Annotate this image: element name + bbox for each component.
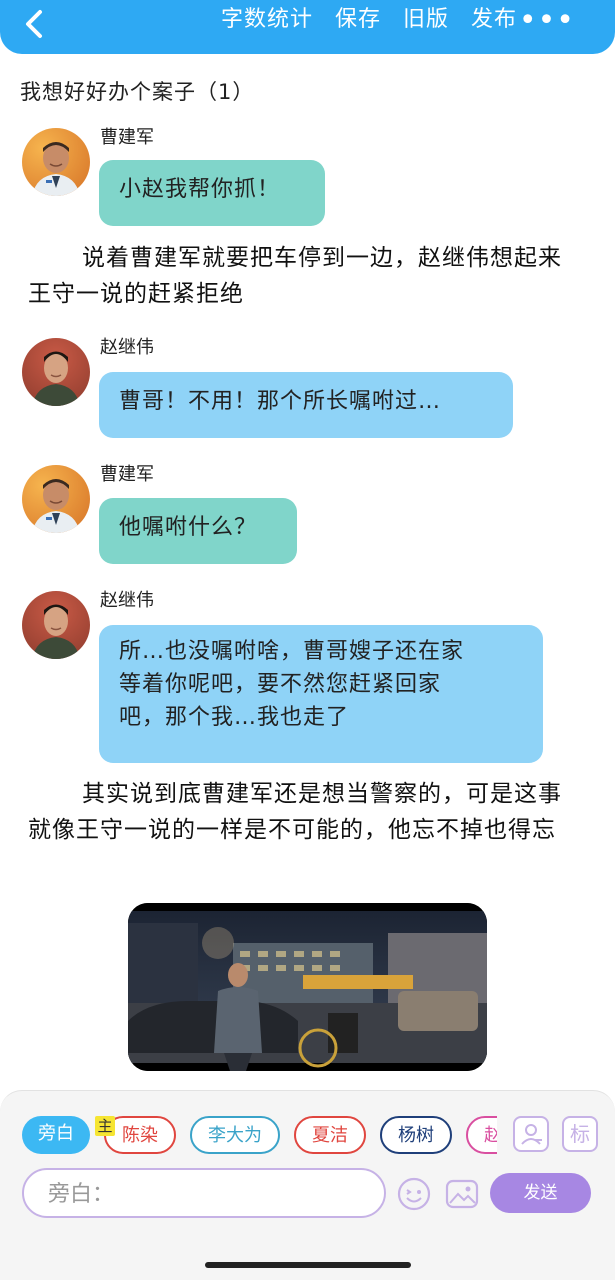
role-selector: 旁白 陈染 李大为 夏洁 杨树 赵 [22, 1116, 497, 1156]
tag-button[interactable]: 标 [562, 1116, 598, 1152]
narration-text[interactable]: 其实说到底曹建军还是想当警察的，可是这事就像王守一说的一样是不可能的，他忘不掉也… [28, 776, 584, 848]
chip-narrator[interactable]: 旁白 [22, 1116, 90, 1154]
bubble-text: 曹哥！不用！那个所长嘱咐过… [119, 389, 442, 414]
chevron-left-icon [26, 10, 42, 38]
chat-message: 赵继伟 曹哥！不用！那个所长嘱咐过… [22, 337, 582, 440]
avatar-zhao[interactable] [22, 591, 90, 659]
chat-message: 曹建军 小赵我帮你抓！ [22, 127, 582, 228]
avatar-zhao[interactable] [22, 338, 90, 406]
save-button[interactable]: 保存 [335, 5, 381, 35]
home-indicator[interactable] [205, 1262, 411, 1268]
bubble-text-line: 所…也没嘱咐啥，曹哥嫂子还在家 [119, 639, 465, 664]
narration-text[interactable]: 说着曹建军就要把车停到一边，赵继伟想起来王守一说的赶紧拒绝 [28, 240, 584, 312]
bubble-text-line: 等着你呢吧，要不然您赶紧回家 [119, 672, 442, 697]
bubble-text: 他嘱咐什么？ [119, 515, 258, 540]
word-count-button[interactable]: 字数统计 [221, 5, 313, 35]
chip-role[interactable]: 李大为 [190, 1116, 280, 1154]
chat-bubble[interactable]: 小赵我帮你抓！ [99, 160, 325, 226]
speaker-name: 赵继伟 [100, 337, 154, 358]
image-icon [445, 1179, 479, 1209]
page-title: 我想好好办个案子（1） [20, 80, 255, 104]
chat-message: 曹建军 他嘱咐什么？ [22, 464, 582, 567]
send-button[interactable]: 发送 [490, 1173, 591, 1213]
old-version-button[interactable]: 旧版 [403, 5, 449, 35]
chip-role[interactable]: 杨树 [380, 1116, 452, 1154]
avatar-cao[interactable] [22, 128, 90, 196]
chat-message: 赵继伟 所…也没嘱咐啥，曹哥嫂子还在家 等着你呢吧，要不然您赶紧回家 吧，那个我… [22, 590, 582, 766]
bubble-text: 小赵我帮你抓！ [119, 177, 281, 202]
message-input-box [22, 1168, 386, 1218]
chat-bubble[interactable]: 他嘱咐什么？ [99, 498, 297, 564]
speaker-name: 曹建军 [100, 127, 154, 148]
image-button[interactable] [444, 1176, 480, 1212]
message-input[interactable] [48, 1179, 368, 1209]
top-actions: 字数统计 保存 旧版 发布 [221, 5, 517, 35]
speaker-name: 曹建军 [100, 464, 154, 485]
speaker-name: 赵继伟 [100, 590, 154, 611]
bubble-text-line: 吧，那个我…我也走了 [119, 705, 350, 730]
back-button[interactable] [18, 6, 54, 42]
scene-image [128, 903, 487, 1071]
more-button[interactable]: ••• [519, 6, 575, 36]
avatar-cao[interactable] [22, 465, 90, 533]
top-bar: 字数统计 保存 旧版 发布 ••• [0, 0, 615, 54]
chip-role[interactable]: 赵 [466, 1116, 497, 1154]
chip-role[interactable]: 夏洁 [294, 1116, 366, 1154]
contact-button[interactable] [513, 1116, 549, 1152]
contact-icon [521, 1124, 542, 1145]
publish-button[interactable]: 发布 [471, 5, 517, 35]
chat-bubble[interactable]: 所…也没嘱咐啥，曹哥嫂子还在家 等着你呢吧，要不然您赶紧回家 吧，那个我…我也走… [99, 625, 543, 763]
main-role-tag: 主 [95, 1116, 115, 1136]
chat-bubble[interactable]: 曹哥！不用！那个所长嘱咐过… [99, 372, 513, 438]
scene-photo[interactable] [128, 903, 487, 1071]
emoji-button[interactable] [396, 1176, 432, 1212]
emoji-icon [397, 1177, 431, 1211]
